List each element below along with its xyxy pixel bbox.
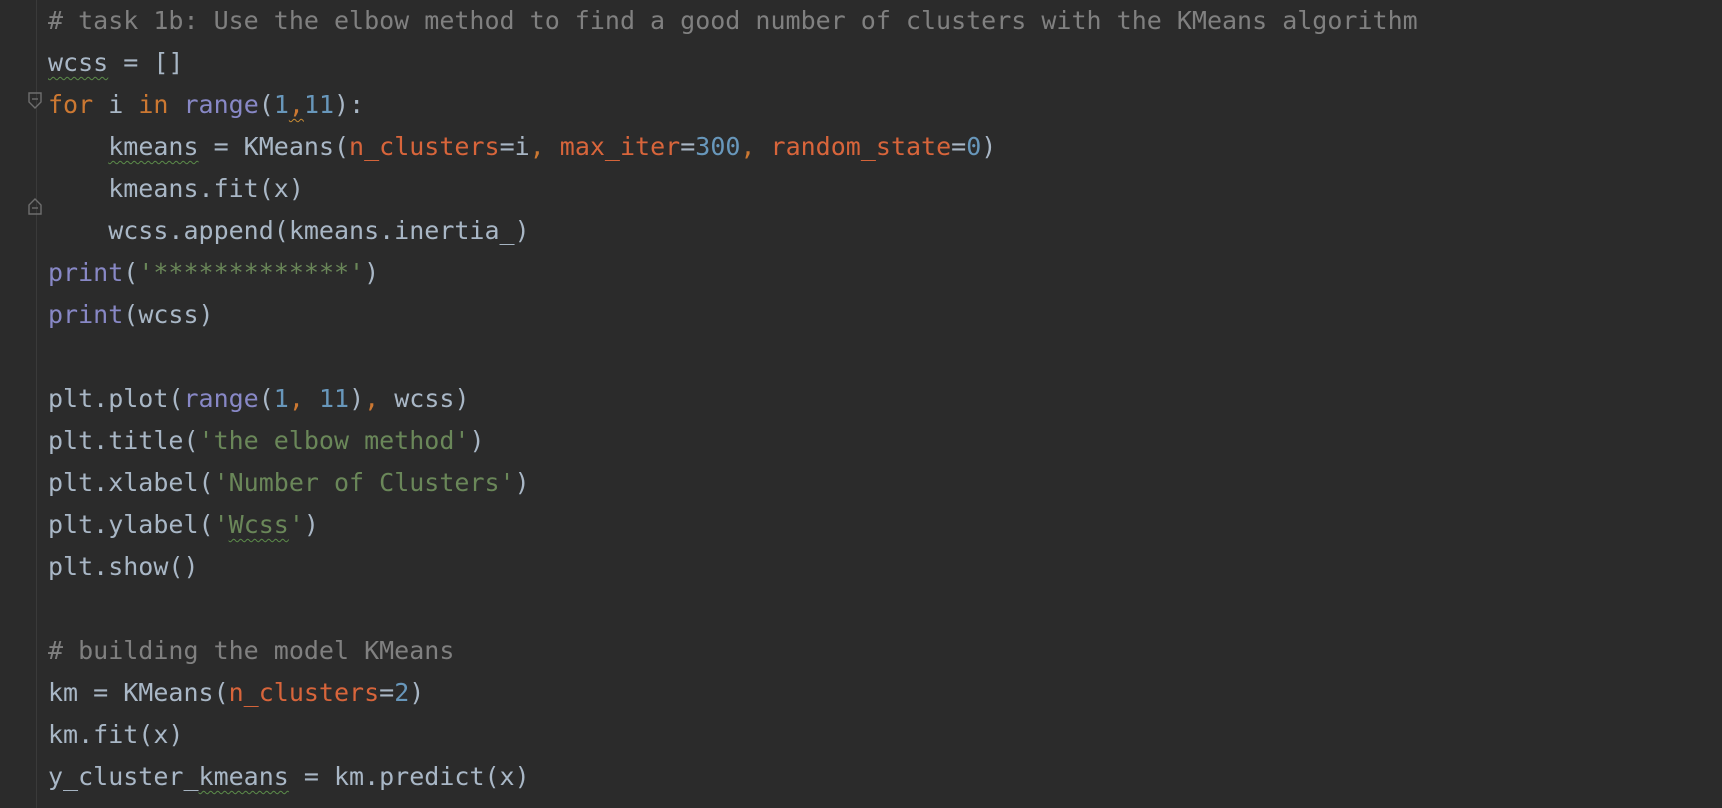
- code-line[interactable]: # task 1b: Use the elbow method to find …: [48, 0, 1722, 42]
- code-token: ,: [740, 132, 771, 161]
- code-token: ,: [364, 384, 395, 413]
- code-token: in: [138, 90, 169, 119]
- code-token: (: [258, 90, 274, 119]
- code-token: random_state: [770, 132, 952, 161]
- code-token: ): [364, 258, 380, 287]
- code-token: =: [680, 132, 696, 161]
- code-token: # building the model KMeans: [48, 636, 455, 665]
- code-token: i: [93, 90, 139, 119]
- code-token: ': [288, 510, 304, 539]
- code-token: ): [981, 132, 997, 161]
- code-token: 'Number of Clusters': [213, 468, 515, 497]
- code-line[interactable]: print(wcss): [48, 294, 1722, 336]
- code-token: plt.show(): [48, 552, 199, 581]
- code-token: 2: [394, 678, 410, 707]
- code-line[interactable]: kmeans = KMeans(n_clusters=i, max_iter=3…: [48, 126, 1722, 168]
- code-token: km.fit(x): [48, 720, 184, 749]
- code-token: = KMeans(: [198, 132, 350, 161]
- code-token: n_clusters: [349, 132, 500, 161]
- code-token: ): [349, 384, 365, 413]
- code-token: plt.plot(: [48, 384, 184, 413]
- code-token: wcss.append(kmeans.inertia_): [48, 216, 530, 245]
- code-token: ): [514, 468, 530, 497]
- code-token: 0: [966, 132, 982, 161]
- code-line[interactable]: kmeans.fit(x): [48, 168, 1722, 210]
- code-token: print: [48, 300, 124, 329]
- code-token: ,: [529, 132, 560, 161]
- code-token: ): [409, 678, 425, 707]
- code-token: kmeans.fit(x): [48, 174, 304, 203]
- code-token: ,: [288, 90, 304, 119]
- code-token: max_iter: [559, 132, 681, 161]
- code-token: =: [379, 678, 395, 707]
- fold-end-icon[interactable]: [27, 197, 43, 215]
- code-line[interactable]: km = KMeans(n_clusters=2): [48, 672, 1722, 714]
- code-token: 1: [273, 90, 289, 119]
- code-token: = km.predict(x): [288, 762, 530, 791]
- code-line[interactable]: [48, 588, 1722, 630]
- code-token: ): [469, 426, 485, 455]
- gutter-divider: [36, 0, 37, 808]
- code-token: km = KMeans(: [48, 678, 229, 707]
- code-token: =i: [499, 132, 530, 161]
- code-area[interactable]: # task 1b: Use the elbow method to find …: [48, 0, 1722, 798]
- code-line[interactable]: for i in range(1,11):: [48, 84, 1722, 126]
- code-token: 'the elbow method': [198, 426, 470, 455]
- code-token: ): [303, 510, 319, 539]
- code-token: ,: [288, 384, 319, 413]
- code-token: for: [48, 90, 94, 119]
- code-line[interactable]: plt.ylabel('Wcss'): [48, 504, 1722, 546]
- code-line[interactable]: print('*************'): [48, 252, 1722, 294]
- code-line[interactable]: plt.title('the elbow method'): [48, 420, 1722, 462]
- code-token: plt.title(: [48, 426, 199, 455]
- code-token: wcss): [394, 384, 470, 413]
- code-token: print: [48, 258, 124, 287]
- code-token: # task 1b: Use the elbow method to find …: [48, 6, 1418, 35]
- code-line[interactable]: wcss = []: [48, 42, 1722, 84]
- code-editor[interactable]: # task 1b: Use the elbow method to find …: [0, 0, 1722, 808]
- code-line[interactable]: wcss.append(kmeans.inertia_): [48, 210, 1722, 252]
- fold-collapse-icon[interactable]: [27, 92, 43, 110]
- code-token: = []: [108, 48, 184, 77]
- code-token: ': [213, 510, 229, 539]
- code-token: 300: [695, 132, 741, 161]
- code-token: range: [183, 384, 259, 413]
- code-token: plt.xlabel(: [48, 468, 214, 497]
- code-token: range: [183, 90, 259, 119]
- code-token: wcss: [48, 48, 109, 77]
- code-line[interactable]: # building the model KMeans: [48, 630, 1722, 672]
- code-line[interactable]: plt.show(): [48, 546, 1722, 588]
- code-line[interactable]: y_cluster_kmeans = km.predict(x): [48, 756, 1722, 798]
- code-token: ):: [334, 90, 365, 119]
- code-line[interactable]: plt.xlabel('Number of Clusters'): [48, 462, 1722, 504]
- code-token: y_cluster_: [48, 762, 199, 791]
- code-token: plt.ylabel(: [48, 510, 214, 539]
- code-token: 11: [303, 90, 335, 119]
- code-token: kmeans: [108, 132, 199, 161]
- code-token: n_clusters: [228, 678, 380, 707]
- code-token: (wcss): [123, 300, 214, 329]
- code-token: =: [951, 132, 967, 161]
- code-token: '*************': [138, 258, 365, 287]
- code-line[interactable]: km.fit(x): [48, 714, 1722, 756]
- code-token: 1: [273, 384, 289, 413]
- code-token: (: [123, 258, 139, 287]
- code-line[interactable]: plt.plot(range(1, 11), wcss): [48, 378, 1722, 420]
- code-token: kmeans: [198, 762, 289, 791]
- code-token: 11: [318, 384, 350, 413]
- code-token: Wcss: [228, 510, 289, 539]
- code-token: (: [258, 384, 274, 413]
- code-line[interactable]: [48, 336, 1722, 378]
